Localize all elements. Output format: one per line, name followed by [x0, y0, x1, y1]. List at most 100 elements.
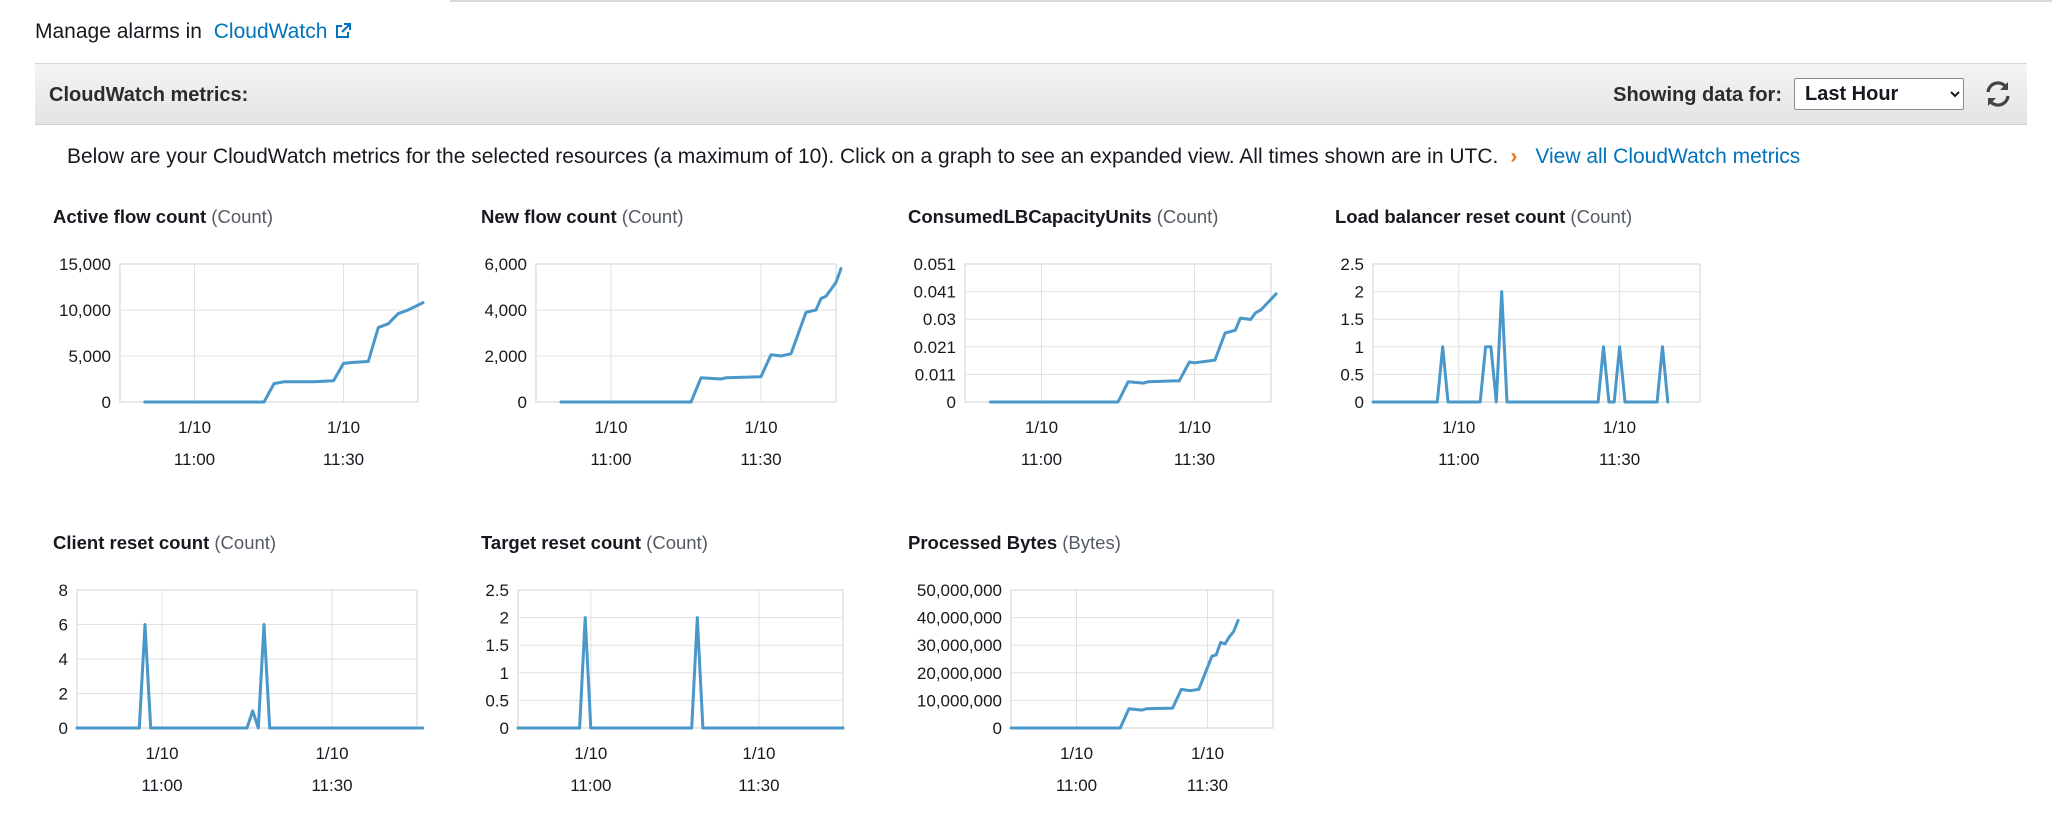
y-tick-label: 2: [1355, 283, 1364, 302]
y-tick-label: 0.5: [485, 691, 509, 710]
external-link-icon: [336, 23, 352, 38]
x-tick-time: 11:30: [311, 776, 352, 795]
chart-title: ConsumedLBCapacityUnits (Count): [908, 206, 1218, 228]
metrics-description-text: Below are your CloudWatch metrics for th…: [67, 145, 1499, 168]
y-tick-label: 10,000: [59, 301, 111, 320]
x-tick-time: 11:30: [1187, 776, 1228, 795]
chart-title-unit: (Count): [1565, 206, 1633, 227]
y-tick-label: 0: [518, 393, 527, 412]
metric-chart[interactable]: Load balancer reset count (Count) 2.5 2 1.5…: [1335, 206, 1735, 469]
metric-chart[interactable]: ConsumedLBCapacityUnits (Count) 0.051 0.04…: [908, 206, 1308, 469]
plot-frame: [1372, 263, 1701, 403]
x-tick-time: 11:00: [570, 776, 611, 795]
x-tick-time: 11:30: [323, 450, 364, 469]
chart-title: Client reset count (Count): [53, 532, 276, 554]
y-tick-label: 0.051: [913, 255, 956, 274]
cloudwatch-link[interactable]: CloudWatch: [214, 20, 354, 43]
x-tick-date: 1/10: [327, 418, 360, 437]
x-tick-date: 1/10: [744, 418, 777, 437]
metric-chart[interactable]: Active flow count (Count) 15,000 10,000 5,0…: [53, 206, 453, 469]
y-tick-label: 2.5: [1340, 255, 1364, 274]
y-tick-label: 4,000: [484, 301, 527, 320]
y-tick-label: 4: [59, 650, 68, 669]
y-tick-label: 0: [500, 719, 509, 738]
x-tick-date: 1/10: [1191, 744, 1224, 763]
x-tick-time: 11:30: [740, 450, 781, 469]
chart-plot: 8 6 4 2 0 1/10 11:00 1/10 11:30: [59, 581, 425, 795]
metrics-description: Below are your CloudWatch metrics for th…: [67, 145, 1800, 169]
tab-divider: [450, 0, 2052, 2]
y-tick-label: 0.03: [923, 310, 956, 329]
chevron-right-icon: ›: [1510, 145, 1518, 168]
chart-title-name: Processed Bytes: [908, 532, 1058, 553]
x-tick-time: 11:00: [590, 450, 631, 469]
plot-frame: [535, 263, 837, 403]
x-tick-date: 1/10: [742, 744, 775, 763]
refresh-icon[interactable]: [1983, 80, 2013, 108]
x-tick-time: 11:00: [141, 776, 182, 795]
chart-plot: 0.051 0.041 0.03 0.021 0.011 0 1/10 11:00 1/10 11…: [913, 255, 1278, 469]
y-tick-label: 6,000: [484, 255, 527, 274]
y-tick-label: 5,000: [68, 347, 111, 366]
cloudwatch-metrics-page: Manage alarms in CloudWatch CloudWatch m…: [0, 0, 2052, 814]
chart-title-unit: (Count): [209, 532, 277, 553]
chart-title-name: Load balancer reset count: [1335, 206, 1566, 227]
x-tick-date: 1/10: [315, 744, 348, 763]
chart-title: Active flow count (Count): [53, 206, 273, 228]
x-tick-date: 1/10: [1060, 744, 1093, 763]
series-line: [559, 267, 843, 404]
y-tick-label: 50,000,000: [917, 581, 1002, 600]
y-tick-label: 1: [500, 664, 509, 683]
x-tick-date: 1/10: [594, 418, 627, 437]
x-tick-time: 11:30: [738, 776, 779, 795]
x-tick-date: 1/10: [574, 744, 607, 763]
chart-title-unit: (Count): [616, 206, 684, 227]
time-range-select[interactable]: Last Hour: [1794, 78, 1964, 110]
y-tick-label: 2,000: [484, 347, 527, 366]
y-tick-label: 1.5: [1340, 310, 1364, 329]
metric-chart[interactable]: Client reset count (Count) 8 6 4 2 0 1/10 11:00…: [53, 532, 453, 795]
y-tick-label: 0: [1355, 393, 1364, 412]
y-tick-label: 6: [59, 616, 68, 635]
x-tick-time: 11:00: [1021, 450, 1062, 469]
showing-data-label: Showing data for:: [1613, 84, 1782, 106]
chart-plot: 15,000 10,000 5,000 0 1/10 11:00 1/10 11:30: [59, 255, 425, 469]
y-tick-label: 0: [102, 393, 111, 412]
chart-title: Load balancer reset count (Count): [1335, 206, 1632, 228]
y-tick-label: 10,000,000: [917, 691, 1002, 710]
series-line: [989, 292, 1278, 404]
x-tick-date: 1/10: [1603, 418, 1636, 437]
x-tick-date: 1/10: [1442, 418, 1475, 437]
chart-title: Processed Bytes (Bytes): [908, 532, 1121, 554]
y-tick-label: 0.041: [913, 283, 956, 302]
x-tick-time: 11:00: [1438, 450, 1479, 469]
y-tick-label: 30,000,000: [917, 636, 1002, 655]
x-tick-date: 1/10: [1025, 418, 1058, 437]
y-tick-label: 0: [947, 393, 956, 412]
metric-chart[interactable]: Target reset count (Count) 2.5 2 1.5 1 0.5 0 1/…: [481, 532, 881, 795]
chart-title-name: Active flow count: [53, 206, 207, 227]
plot-frame: [1010, 589, 1274, 729]
chart-plot: 2.5 2 1.5 1 0.5 0 1/10 11:00 1/10 11:30: [1340, 255, 1701, 469]
chart-title: New flow count (Count): [481, 206, 684, 228]
x-tick-date: 1/10: [178, 418, 211, 437]
x-tick-time: 11:00: [1056, 776, 1097, 795]
metric-chart[interactable]: Processed Bytes (Bytes) 50,000,000 40,000,…: [908, 532, 1308, 795]
chart-plot: 2.5 2 1.5 1 0.5 0 1/10 11:00 1/10 11:30: [485, 581, 845, 795]
x-tick-date: 1/10: [1178, 418, 1211, 437]
series-line: [75, 623, 425, 730]
chart-title-name: ConsumedLBCapacityUnits: [908, 206, 1152, 227]
chart-title: Target reset count (Count): [481, 532, 708, 554]
chart-title-unit: (Count): [206, 206, 273, 227]
view-all-metrics-link[interactable]: View all CloudWatch metrics: [1535, 145, 1800, 168]
y-tick-label: 2: [500, 609, 509, 628]
series-line: [143, 301, 425, 404]
y-tick-label: 1: [1355, 338, 1364, 357]
series-line: [1009, 618, 1240, 730]
chart-title-unit: (Count): [641, 532, 708, 553]
y-tick-label: 15,000: [59, 255, 111, 274]
metric-chart[interactable]: New flow count (Count) 6,000 4,000 2,000 0 1/…: [481, 206, 881, 469]
metrics-header-bar: CloudWatch metrics: Showing data for: La…: [35, 63, 2027, 125]
cloudwatch-link-label: CloudWatch: [213, 20, 328, 43]
chart-title-unit: (Count): [1151, 206, 1219, 227]
